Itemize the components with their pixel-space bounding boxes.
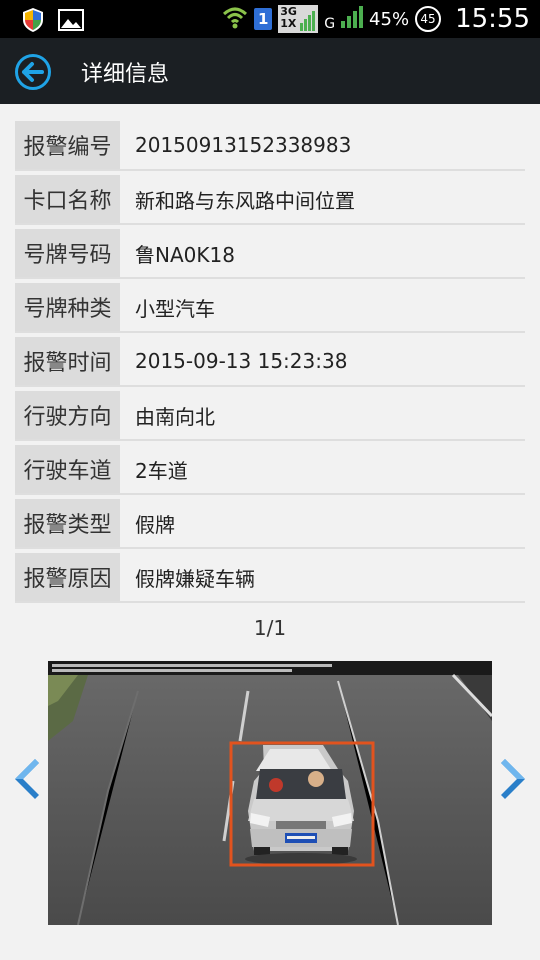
vehicle-capture-image bbox=[48, 661, 492, 925]
detail-row-checkpoint: 卡口名称 新和路与东风路中间位置 bbox=[15, 175, 525, 225]
signal-icon bbox=[341, 6, 364, 32]
clock: 15:55 bbox=[455, 4, 530, 34]
app-bar: 详细信息 bbox=[0, 38, 540, 104]
sim-slot-badge: 1 bbox=[254, 8, 273, 30]
image-icon bbox=[58, 9, 84, 35]
detail-label: 行驶方向 bbox=[15, 391, 120, 439]
network-1x-label: 1X bbox=[280, 17, 297, 30]
detail-label: 行驶车道 bbox=[15, 445, 120, 493]
back-arrow-icon bbox=[15, 54, 51, 90]
detail-label: 报警编号 bbox=[15, 121, 120, 169]
detail-label: 报警时间 bbox=[15, 337, 120, 385]
detail-label: 报警原因 bbox=[15, 553, 120, 601]
page-indicator: 1/1 bbox=[253, 616, 287, 640]
chevron-right-icon bbox=[501, 759, 525, 799]
detail-label: 报警类型 bbox=[15, 499, 120, 547]
detail-row-alarm-type: 报警类型 假牌 bbox=[15, 499, 525, 549]
detail-row-plate-number: 号牌号码 鲁NA0K18 bbox=[15, 229, 525, 279]
detail-label: 号牌号码 bbox=[15, 229, 120, 277]
detail-value: 由南向北 bbox=[135, 404, 215, 429]
status-bar: 1 3G 1X G 45% 45 15:55 bbox=[0, 0, 540, 38]
detail-label: 号牌种类 bbox=[15, 283, 120, 331]
detail-value: 新和路与东风路中间位置 bbox=[135, 188, 355, 213]
detail-label: 卡口名称 bbox=[15, 175, 120, 223]
detail-value: 20150913152338983 bbox=[135, 133, 352, 157]
battery-circle-icon: 45 bbox=[415, 6, 442, 32]
detail-value: 2车道 bbox=[135, 458, 188, 483]
detail-value: 假牌嫌疑车辆 bbox=[135, 566, 255, 591]
detail-table: 报警编号 20150913152338983 卡口名称 新和路与东风路中间位置 … bbox=[15, 121, 525, 607]
network-g-label: G bbox=[324, 16, 336, 32]
detail-row-lane: 行驶车道 2车道 bbox=[15, 445, 525, 495]
detail-row-plate-type: 号牌种类 小型汽车 bbox=[15, 283, 525, 333]
battery-percent: 45% bbox=[369, 8, 410, 30]
signal-bars-icon bbox=[300, 11, 316, 31]
detail-value: 假牌 bbox=[135, 512, 175, 537]
back-button[interactable] bbox=[14, 53, 52, 91]
detail-value: 小型汽车 bbox=[135, 296, 215, 321]
next-image-button[interactable] bbox=[495, 755, 535, 803]
detail-row-alarm-id: 报警编号 20150913152338983 bbox=[15, 121, 525, 171]
detail-value: 鲁NA0K18 bbox=[135, 242, 235, 267]
capture-photo[interactable] bbox=[48, 661, 492, 925]
wifi-icon bbox=[222, 5, 248, 33]
page-title: 详细信息 bbox=[81, 62, 170, 87]
previous-image-button[interactable] bbox=[5, 755, 45, 803]
detail-row-direction: 行驶方向 由南向北 bbox=[15, 391, 525, 441]
detail-row-alarm-reason: 报警原因 假牌嫌疑车辆 bbox=[15, 553, 525, 603]
shield-icon bbox=[22, 7, 44, 37]
chevron-left-icon bbox=[15, 759, 39, 799]
detail-value: 2015-09-13 15:23:38 bbox=[135, 349, 348, 373]
detail-row-alarm-time: 报警时间 2015-09-13 15:23:38 bbox=[15, 337, 525, 387]
network-type-badge: 3G 1X bbox=[278, 5, 319, 33]
